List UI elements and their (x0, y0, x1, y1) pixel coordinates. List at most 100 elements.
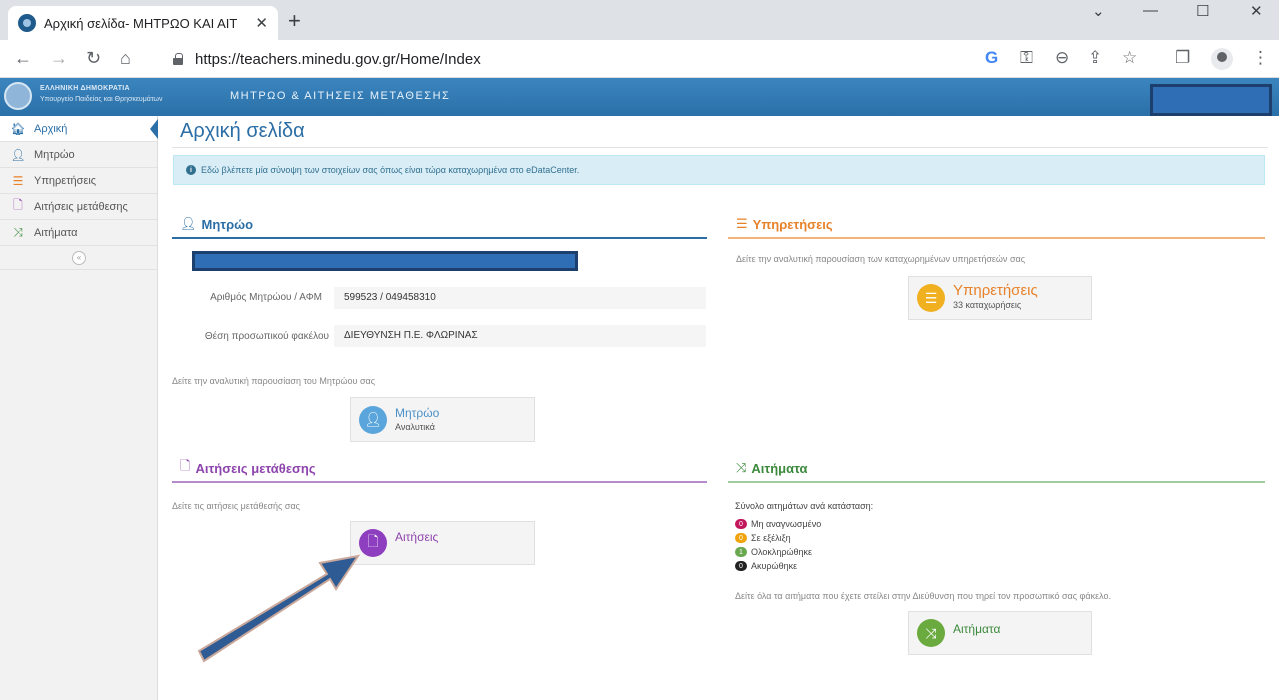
registry-heading-text: Μητρώο (201, 216, 254, 232)
applications-tile-label: Αιτήσεις (395, 530, 439, 544)
sidebar-item-label: Αρχική (34, 122, 68, 135)
sidebar-item-home[interactable]: 🏠︎ Αρχική (0, 116, 158, 142)
file-icon: 🗋︎ (180, 458, 191, 473)
info-icon: i (186, 165, 196, 175)
registry-details-button[interactable]: 👤︎ Μητρώο Αναλυτικά (350, 397, 535, 442)
services-button[interactable]: ☰ Υπηρετήσεις 33 καταχωρήσεις (908, 276, 1092, 320)
list-icon: ☰ (917, 284, 945, 312)
status-badge: 1 (735, 547, 747, 557)
shuffle-icon: ⤨ (736, 460, 747, 475)
sidebar-item-label: Υπηρετήσεις (34, 174, 97, 187)
sidebar-collapse-button[interactable]: « (0, 246, 158, 270)
services-tile-label: Υπηρετήσεις (953, 282, 1038, 299)
share-icon[interactable]: ⇪ (1088, 48, 1102, 68)
status-badge: 0 (735, 519, 747, 529)
registry-hint: Δείτε την αναλυτική παρουσίαση του Μητρώ… (172, 376, 376, 386)
tab-search-chevron-icon[interactable]: ⌄ (1092, 2, 1105, 20)
profile-avatar-icon[interactable] (1211, 48, 1233, 70)
status-row: 1 Ολοκληρώθηκε (735, 547, 812, 557)
tile-text: Μητρώο Αναλυτικά (395, 406, 439, 434)
new-tab-button[interactable]: + (288, 8, 301, 34)
shuffle-icon: ⤨ (13, 225, 23, 239)
registry-heading: 👤︎ Μητρώο (180, 212, 253, 236)
services-heading: ☰ Υπηρετήσεις (736, 212, 833, 236)
registry-number-value: 599523 / 049458310 (334, 287, 706, 309)
status-label: Μη αναγνωσμένο (751, 519, 822, 529)
registry-tile-sub: Αναλυτικά (395, 421, 435, 432)
requests-heading-text: Αιτήματα (751, 460, 808, 476)
requests-hint: Δείτε όλα τα αιτήματα που έχετε στείλει … (735, 591, 1111, 601)
lock-icon (173, 53, 183, 65)
logo-line-1: ΕΛΛΗΝΙΚΗ ΔΗΜΟΚΡΑΤΙΑ (40, 85, 130, 92)
status-badge: 0 (735, 561, 747, 571)
back-arrow-icon[interactable]: ← (14, 48, 32, 69)
maximize-icon[interactable]: ☐ (1196, 2, 1209, 20)
services-heading-rule (728, 237, 1265, 239)
status-row: 0 Μη αναγνωσμένο (735, 519, 821, 529)
zoom-icon[interactable]: ⊖ (1055, 48, 1069, 68)
transfers-heading-text: Αιτήσεις μετάθεσης (195, 460, 316, 476)
transfers-hint: Δείτε τις αιτήσεις μετάθεσής σας (172, 501, 300, 511)
app-title[interactable]: ΜΗΤΡΩΟ & ΑΙΤΗΣΕΙΣ ΜΕΤΑΘΕΣΗΣ (230, 90, 450, 102)
info-alert: i Εδώ βλέπετε μία σύνοψη των στοιχείων σ… (173, 155, 1265, 185)
user-icon: 👤︎ (359, 405, 387, 434)
file-location-value: ΔΙΕΥΘΥΝΣΗ Π.Ε. ΦΛΩΡΙΝΑΣ (334, 325, 706, 347)
transfers-heading: 🗋︎ Αιτήσεις μετάθεσης (180, 456, 316, 480)
side-panel-icon[interactable]: ❐ (1175, 48, 1190, 68)
shuffle-icon: ⤨ (917, 619, 945, 647)
minimize-icon[interactable]: — (1143, 2, 1158, 19)
status-badge: 0 (735, 533, 747, 543)
collapse-icon: « (72, 250, 86, 265)
url-text[interactable]: https://teachers.minedu.gov.gr/Home/Inde… (195, 51, 481, 68)
alert-text: Εδώ βλέπετε μία σύνοψη των στοιχείων σας… (201, 165, 580, 175)
transfers-heading-rule (172, 481, 707, 483)
title-divider (172, 147, 1268, 148)
user-icon: 👤︎ (180, 216, 197, 231)
tab-close-icon[interactable]: ✕ (255, 14, 268, 32)
user-menu-redacted[interactable] (1150, 84, 1272, 116)
file-icon: 🗋︎ (13, 198, 23, 212)
registry-number-label: Αριθμός Μητρώου / ΑΦΜ (210, 292, 322, 303)
requests-summary: Σύνολο αιτημάτων ανά κατάσταση: (735, 501, 874, 511)
password-key-icon[interactable]: ⚿ (1020, 48, 1033, 68)
sidebar-item-services[interactable]: ☰ Υπηρετήσεις (0, 168, 157, 194)
registry-tile-label: Μητρώο (395, 405, 440, 420)
logo-line-2: Υπουργείο Παιδείας και Θρησκευμάτων (40, 96, 163, 103)
browser-tab-bar: Αρχική σελίδα- ΜΗΤΡΩΟ ΚΑΙ ΑΙΤ ✕ + ⌄ — ☐ … (0, 0, 1279, 40)
services-tile-sub: 33 καταχωρήσεις (953, 300, 1022, 310)
sidebar: 🏠︎ Αρχική 👤︎ Μητρώο ☰ Υπηρετήσεις 🗋︎ Αιτ… (0, 116, 158, 700)
requests-button[interactable]: ⤨ Αιτήματα (908, 611, 1092, 655)
browser-menu-icon[interactable]: ⋮ (1252, 48, 1269, 68)
home-button-icon[interactable]: ⌂ (120, 48, 131, 69)
browser-toolbar: ← → ↻ ⌂ https://teachers.minedu.gov.gr/H… (0, 40, 1279, 78)
sidebar-item-label: Μητρώο (34, 148, 75, 161)
status-row: 0 Σε εξέλιξη (735, 533, 791, 543)
sidebar-item-label: Αιτήματα (34, 226, 78, 239)
sidebar-item-transfer-applications[interactable]: 🗋︎ Αιτήσεις μετάθεσης (0, 194, 157, 220)
tab-title: Αρχική σελίδα- ΜΗΤΡΩΟ ΚΑΙ ΑΙΤ (44, 15, 238, 31)
address-bar[interactable]: https://teachers.minedu.gov.gr/Home/Inde… (163, 45, 1163, 73)
registry-heading-rule (172, 237, 707, 239)
site-favicon-icon (18, 14, 36, 32)
home-icon: 🏠︎ (10, 121, 26, 136)
sidebar-item-requests[interactable]: ⤨ Αιτήματα (0, 220, 157, 246)
forward-arrow-icon[interactable]: → (50, 48, 68, 69)
sidebar-item-registry[interactable]: 👤︎ Μητρώο (0, 142, 157, 168)
reload-icon[interactable]: ↻ (86, 48, 101, 69)
window-close-icon[interactable]: ✕ (1250, 2, 1263, 20)
requests-heading: ⤨ Αιτήματα (736, 456, 808, 480)
status-label: Ολοκληρώθηκε (751, 547, 813, 557)
list-icon: ☰ (736, 216, 748, 231)
bookmark-star-icon[interactable]: ☆ (1122, 48, 1137, 68)
teacher-name-redacted (192, 251, 578, 271)
sidebar-item-label: Αιτήσεις μετάθεσης (34, 200, 128, 213)
applications-button[interactable]: 🗋︎ Αιτήσεις (350, 521, 535, 565)
services-hint: Δείτε την αναλυτική παρουσίαση των καταχ… (736, 254, 1026, 264)
user-icon: 👤︎ (10, 147, 26, 162)
browser-tab[interactable]: Αρχική σελίδα- ΜΗΤΡΩΟ ΚΑΙ ΑΙΤ ✕ (8, 6, 278, 40)
google-translate-icon[interactable]: G (985, 48, 998, 68)
status-label: Σε εξέλιξη (751, 533, 791, 543)
list-icon: ☰ (12, 173, 24, 188)
app-header: ΕΛΛΗΝΙΚΗ ΔΗΜΟΚΡΑΤΙΑ Υπουργείο Παιδείας κ… (0, 78, 1279, 116)
ministry-logo-icon (4, 82, 32, 110)
